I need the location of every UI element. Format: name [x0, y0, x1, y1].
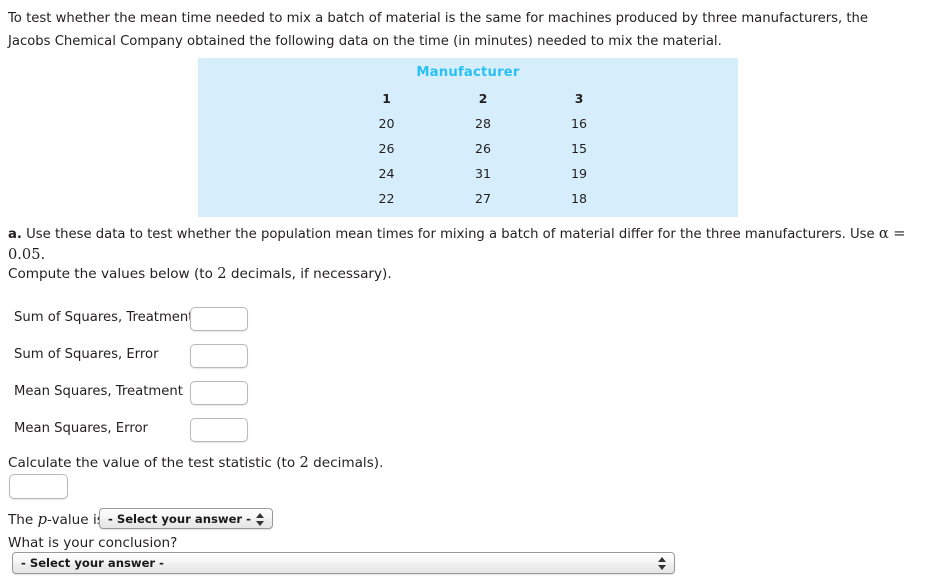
test-statistic-instruction: Calculate the value of the test statisti… [8, 454, 383, 471]
table-row: 26 26 15 [198, 136, 738, 161]
intro-paragraph: To test whether the mean time needed to … [8, 11, 869, 49]
sum-of-squares-treatment-input[interactable] [190, 307, 248, 331]
pvalue-label-before: The [8, 512, 38, 528]
pvalue-label-after: -value is [46, 512, 104, 528]
compute-values-instruction: Compute the values below (to 2 decimals,… [8, 265, 392, 282]
pvalue-label: The p-value is [8, 511, 104, 528]
sum-of-squares-error-input[interactable] [190, 344, 248, 368]
manufacturer-data-table: Manufacturer 1 2 3 20 28 16 26 26 15 24 … [198, 58, 738, 217]
field-label: Mean Squares, Treatment [14, 384, 183, 399]
table-spacer-cell [627, 86, 738, 111]
updown-arrows-icon [256, 511, 265, 528]
field-label: Sum of Squares, Treatment [14, 310, 194, 325]
field-label: Sum of Squares, Error [14, 347, 159, 362]
table-cell: 20 [378, 116, 395, 131]
mean-squares-error-input[interactable] [190, 418, 248, 442]
table-spacer-cell [198, 186, 338, 211]
compute-text-after: decimals, if necessary). [226, 266, 392, 282]
table-cell: 26 [378, 141, 395, 156]
test-statistic-input[interactable] [9, 474, 68, 499]
pvalue-select-value: - Select your answer - [108, 512, 251, 526]
pvalue-select[interactable]: - Select your answer - [99, 508, 273, 529]
table-cell: 22 [378, 191, 395, 206]
calc-text-before: Calculate the value of the test statisti… [8, 455, 300, 471]
table-cell: 27 [474, 191, 492, 206]
table-row: 24 31 19 [198, 161, 738, 186]
table-header-row: 1 2 3 [198, 86, 738, 111]
pvalue-symbol: p [37, 511, 47, 528]
table-spacer-cell [198, 136, 338, 161]
table-spacer-cell [198, 111, 338, 136]
column-header-3: 3 [574, 91, 584, 106]
table-cell: 15 [570, 141, 588, 156]
part-a-marker: a. [8, 227, 22, 242]
column-header-2: 2 [478, 91, 488, 106]
table-row: 20 28 16 [198, 111, 738, 136]
field-label: Mean Squares, Error [14, 421, 148, 436]
conclusion-question: What is your conclusion? [8, 535, 178, 551]
calc-text-after: decimals). [308, 455, 384, 471]
table-row: 22 27 18 [198, 186, 738, 211]
table-spacer-cell [627, 136, 738, 161]
table-spacer-cell [627, 186, 738, 211]
compute-text-before: Compute the values below (to [8, 266, 218, 282]
table-cell: 24 [378, 166, 395, 181]
conclusion-select-value: - Select your answer - [21, 556, 164, 570]
mean-squares-treatment-input[interactable] [190, 381, 248, 405]
table-title: Manufacturer [416, 65, 520, 80]
table-cell: 19 [570, 166, 588, 181]
table-cell: 18 [570, 191, 588, 206]
table-spacer-cell [198, 161, 338, 186]
table-spacer-cell [627, 161, 738, 186]
table-cell: 31 [474, 166, 492, 181]
data-table: 1 2 3 20 28 16 26 26 15 24 31 19 22 27 1… [198, 86, 738, 211]
compute-decimals: 2 [217, 265, 227, 282]
part-a-period: . [40, 246, 46, 263]
table-cell: 16 [570, 116, 588, 131]
question-part-a: a. Use these data to test whether the po… [8, 224, 920, 266]
table-cell: 26 [474, 141, 492, 156]
conclusion-select[interactable]: - Select your answer - [12, 552, 675, 574]
column-header-1: 1 [382, 91, 391, 106]
calc-decimals: 2 [299, 454, 309, 471]
part-a-text: Use these data to test whether the popul… [21, 227, 879, 242]
table-spacer-cell [198, 86, 338, 111]
table-spacer-cell [627, 111, 738, 136]
table-cell: 28 [474, 116, 492, 131]
updown-arrows-icon [658, 555, 667, 572]
